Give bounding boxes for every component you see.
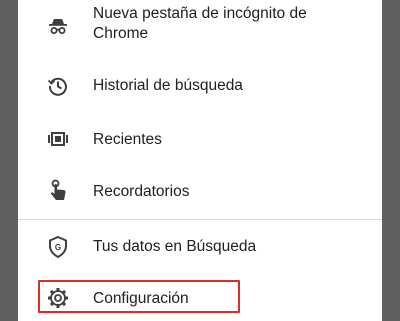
incognito-icon: [46, 14, 70, 38]
menu-item-recents[interactable]: Recientes: [18, 114, 382, 164]
menu-item-label: Recordatorios: [93, 183, 190, 200]
backdrop-right: [382, 0, 400, 321]
menu-item-label: Recientes: [93, 131, 162, 148]
privacy-shield-icon: G: [46, 235, 70, 259]
menu-divider: [18, 219, 382, 220]
svg-text:G: G: [55, 243, 61, 252]
menu-item-incognito-tab[interactable]: Nueva pestaña de incógnito de Chrome: [18, 0, 382, 60]
menu-item-your-data-in-search[interactable]: G Tus datos en Búsqueda: [18, 222, 382, 272]
recents-icon: [46, 127, 70, 151]
reminders-icon: [46, 179, 70, 203]
history-icon: [46, 74, 70, 98]
backdrop-left: [0, 0, 18, 321]
menu-item-label: Tus datos en Búsqueda: [93, 238, 257, 255]
menu-item-label-continued: Chrome: [93, 25, 149, 42]
side-menu-panel: Nueva pestaña de incógnito de Chrome His…: [18, 0, 382, 321]
settings-highlight-box: [38, 280, 240, 313]
menu-item-reminders[interactable]: Recordatorios: [18, 166, 382, 216]
menu-item-search-history[interactable]: Historial de búsqueda: [18, 62, 382, 110]
menu-item-label: Nueva pestaña de incógnito de: [93, 5, 307, 22]
menu-item-label: Historial de búsqueda: [93, 77, 243, 94]
